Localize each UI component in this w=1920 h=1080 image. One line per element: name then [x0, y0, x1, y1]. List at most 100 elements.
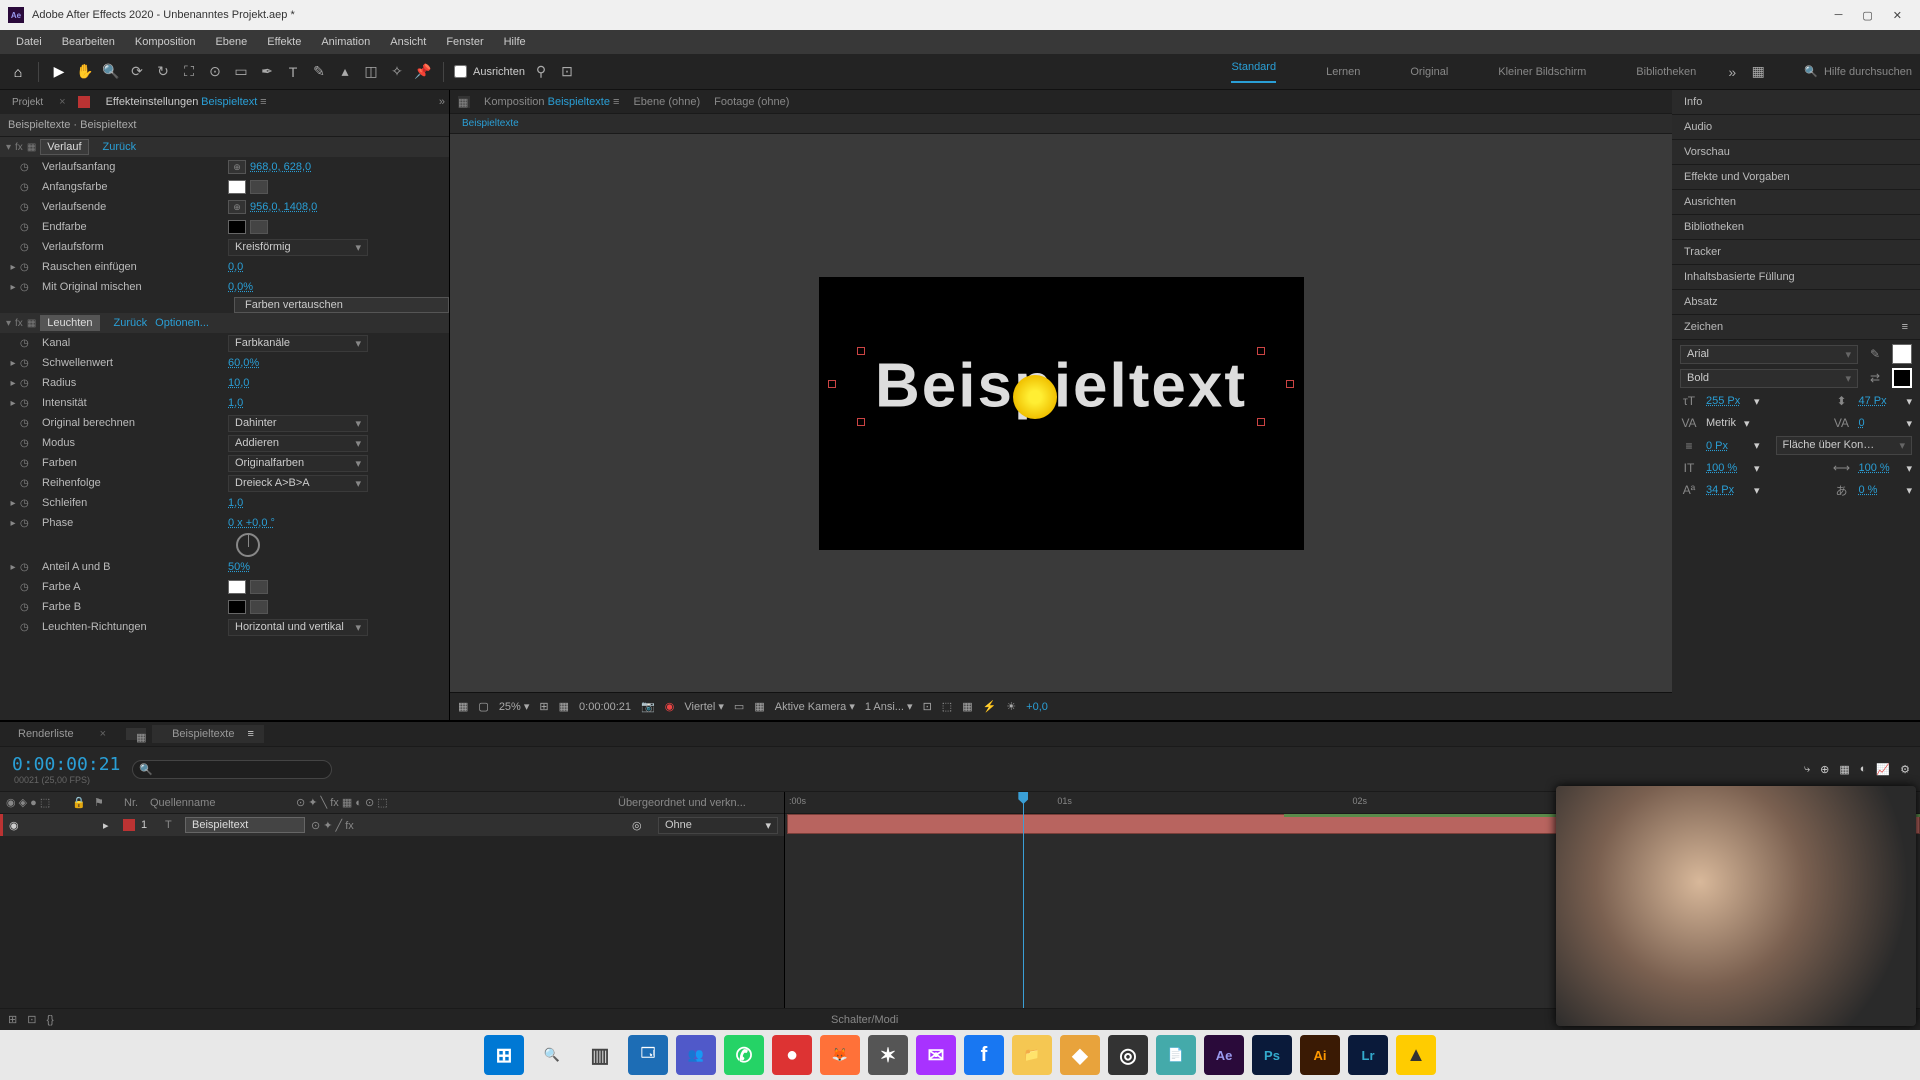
eyedropper-icon[interactable]	[250, 580, 268, 594]
layer-name-field[interactable]: Beispieltext	[185, 817, 305, 833]
mask-icon[interactable]: ▢	[478, 700, 488, 713]
panel-info[interactable]: Info	[1672, 90, 1920, 115]
fx-name[interactable]: Verlauf	[40, 139, 88, 155]
graph-icon[interactable]: 📈	[1876, 763, 1890, 776]
tab-layer[interactable]: Ebene (ohne)	[633, 96, 700, 108]
files-icon[interactable]: 📁	[1012, 1035, 1052, 1075]
tab-footage[interactable]: Footage (ohne)	[714, 96, 789, 108]
layer-search[interactable]: 🔍	[132, 760, 332, 779]
prop-dropdown[interactable]: Farbkanäle	[228, 335, 368, 352]
close-button[interactable]: ✕	[1893, 9, 1902, 22]
toggle-icon[interactable]: ⊡	[27, 1013, 36, 1026]
stopwatch-icon[interactable]	[20, 601, 34, 613]
pen-tool-icon[interactable]: ✒	[257, 62, 277, 82]
quality-dropdown[interactable]: Viertel ▾	[684, 700, 724, 713]
fx-reset[interactable]: Zurück	[103, 141, 137, 153]
layer-handle[interactable]	[1257, 347, 1265, 355]
exposure-value[interactable]: +0,0	[1026, 701, 1048, 713]
vscale-value[interactable]: 100 %	[1706, 462, 1746, 474]
app-yellow-icon[interactable]: ▲	[1396, 1035, 1436, 1075]
swap-colors-button[interactable]: Farben vertauschen	[234, 297, 449, 313]
color-swatch[interactable]	[228, 180, 246, 194]
swap-color-icon[interactable]: ⇄	[1866, 369, 1884, 387]
text-tool-icon[interactable]: T	[283, 62, 303, 82]
prop-dropdown[interactable]: Horizontal und vertikal	[228, 619, 368, 636]
explorer-icon[interactable]: 🗔	[628, 1035, 668, 1075]
hscale-value[interactable]: 100 %	[1858, 462, 1898, 474]
stopwatch-icon[interactable]	[20, 417, 34, 429]
menu-effekte[interactable]: Effekte	[257, 32, 311, 52]
frame-blend-icon[interactable]: ▦	[1839, 763, 1849, 776]
layer-handle[interactable]	[857, 418, 865, 426]
fast-icon[interactable]: ⚡	[983, 700, 997, 713]
render-icon[interactable]: ▦	[962, 700, 972, 713]
fx-reset[interactable]: Zurück	[114, 317, 148, 329]
shy-icon[interactable]: ⤷	[1804, 763, 1810, 776]
shape-tool-icon[interactable]: ▭	[231, 62, 251, 82]
composition-canvas[interactable]: Beispieltext	[819, 277, 1304, 550]
stopwatch-icon[interactable]	[20, 457, 34, 469]
prop-dropdown[interactable]: Dreieck A>B>A	[228, 475, 368, 492]
tab-project[interactable]: Projekt	[4, 94, 51, 111]
switches-modes-label[interactable]: Schalter/Modi	[831, 1014, 898, 1026]
firefox-icon[interactable]: 🦊	[820, 1035, 860, 1075]
lr-icon[interactable]: Lr	[1348, 1035, 1388, 1075]
panel-effekte-und-vorgaben[interactable]: Effekte und Vorgaben	[1672, 165, 1920, 190]
zoom-dropdown[interactable]: 25% ▾	[499, 700, 530, 713]
canvas-text-layer[interactable]: Beispieltext	[875, 350, 1247, 421]
font-style-dropdown[interactable]: Bold	[1680, 369, 1858, 388]
font-size-value[interactable]: 255 Px	[1706, 395, 1746, 407]
prop-value[interactable]: 60,0%	[228, 357, 259, 369]
selection-tool-icon[interactable]: ▶	[49, 62, 69, 82]
stopwatch-icon[interactable]	[20, 221, 34, 233]
fx-options[interactable]: Optionen...	[155, 317, 209, 329]
tab-close-icon[interactable]: ×	[59, 96, 65, 108]
3d-icon[interactable]: ⬚	[942, 700, 952, 713]
menu-fenster[interactable]: Fenster	[436, 32, 493, 52]
color-swatch[interactable]	[228, 600, 246, 614]
orbit-tool-icon[interactable]: ⟳	[127, 62, 147, 82]
prop-value[interactable]: 10,0	[228, 377, 249, 389]
fx-header-verlauf[interactable]: ▾fx▦ Verlauf Zurück	[0, 137, 449, 157]
obs-icon[interactable]: ◎	[1108, 1035, 1148, 1075]
stopwatch-icon[interactable]	[20, 357, 34, 369]
stroke-width-value[interactable]: 0 Px	[1706, 440, 1746, 452]
prop-value[interactable]: 0 x +0,0 °	[228, 517, 275, 529]
region-icon[interactable]: ▭	[734, 700, 744, 713]
stopwatch-icon[interactable]	[20, 241, 34, 253]
color-swatch[interactable]	[228, 220, 246, 234]
brush-tool-icon[interactable]: ✎	[309, 62, 329, 82]
eyedropper-icon[interactable]	[250, 220, 268, 234]
ps-icon[interactable]: Ps	[1252, 1035, 1292, 1075]
teams-icon[interactable]: 👥	[676, 1035, 716, 1075]
parent-pickwhip-icon[interactable]: ◎	[632, 819, 652, 832]
stopwatch-icon[interactable]	[20, 261, 34, 273]
panel-audio[interactable]: Audio	[1672, 115, 1920, 140]
workspace-bibliotheken[interactable]: Bibliotheken	[1636, 66, 1696, 78]
timecode-display[interactable]: 0:00:00:21	[579, 701, 631, 713]
menu-ansicht[interactable]: Ansicht	[380, 32, 436, 52]
panel-character[interactable]: Zeichen≡	[1672, 315, 1920, 340]
panel-bibliotheken[interactable]: Bibliotheken	[1672, 215, 1920, 240]
composition-viewport[interactable]: Beispieltext	[450, 134, 1672, 692]
workspace-menu-icon[interactable]: ▦	[1748, 62, 1768, 82]
rotate-tool-icon[interactable]: ↻	[153, 62, 173, 82]
color-swatch[interactable]	[228, 580, 246, 594]
stopwatch-icon[interactable]	[20, 437, 34, 449]
prop-value[interactable]: 1,0	[228, 497, 243, 509]
stopwatch-icon[interactable]	[20, 161, 34, 173]
transparency-icon[interactable]: ▦	[754, 700, 764, 713]
clone-tool-icon[interactable]: ▴	[335, 62, 355, 82]
stopwatch-icon[interactable]	[20, 517, 34, 529]
workspace-standard[interactable]: Standard	[1231, 61, 1276, 83]
stopwatch-icon[interactable]	[20, 281, 34, 293]
camera-dropdown[interactable]: Aktive Kamera ▾	[775, 700, 855, 713]
eraser-tool-icon[interactable]: ◫	[361, 62, 381, 82]
minimize-button[interactable]: ─	[1835, 9, 1843, 22]
app-orange-icon[interactable]: ◆	[1060, 1035, 1100, 1075]
stopwatch-icon[interactable]	[20, 181, 34, 193]
prop-value[interactable]: 1,0	[228, 397, 243, 409]
stroke-style-dropdown[interactable]: Fläche über Kon…	[1776, 436, 1912, 455]
panel-menu-icon[interactable]: ≡	[1902, 321, 1908, 333]
motion-blur-icon[interactable]: ◐	[1860, 763, 1867, 776]
